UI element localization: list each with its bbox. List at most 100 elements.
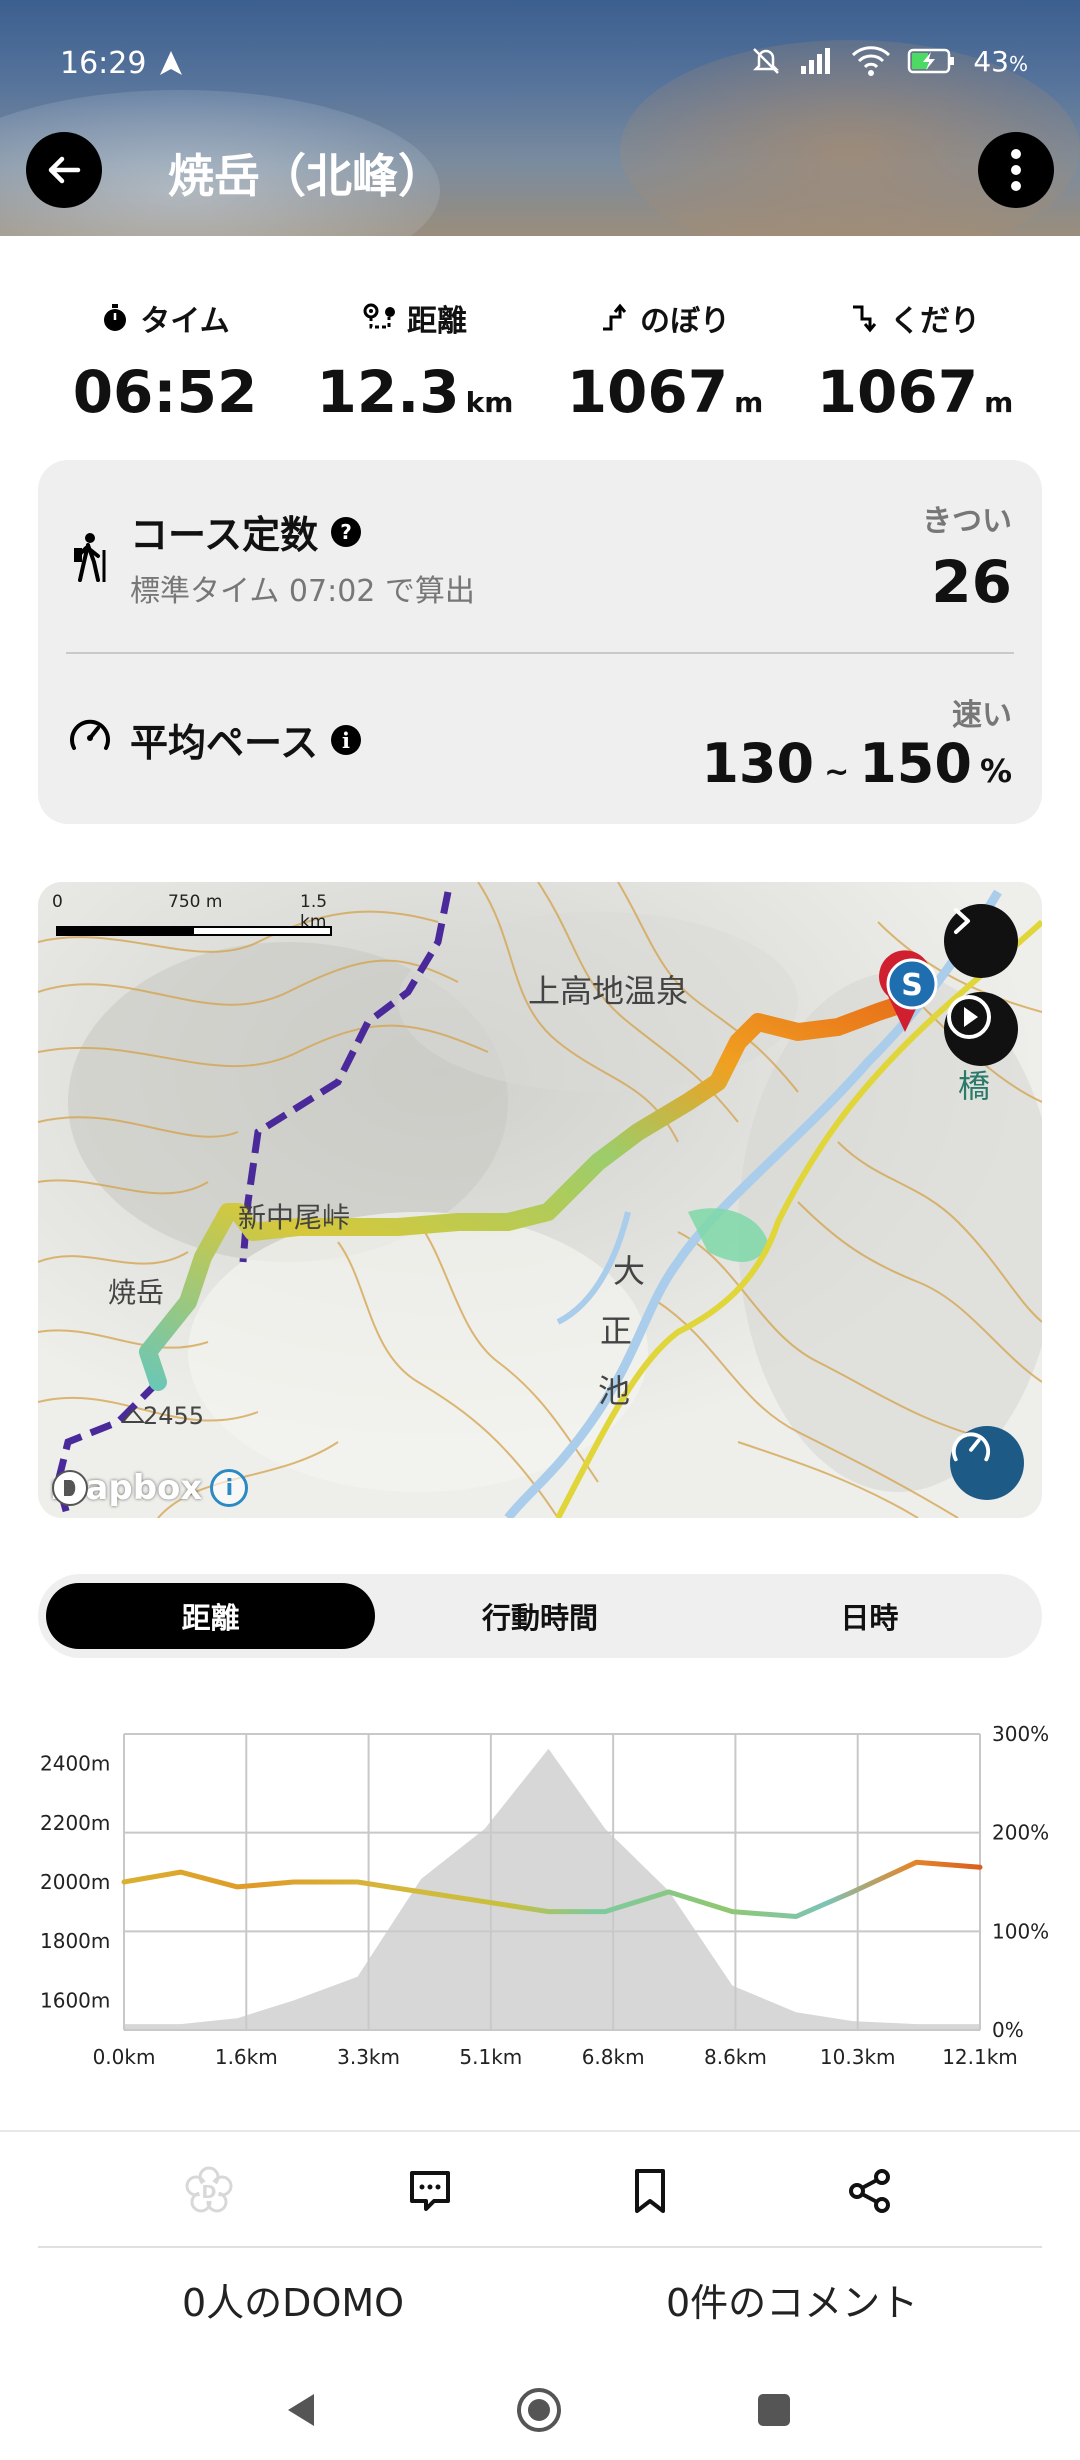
section-divider bbox=[38, 2246, 1042, 2248]
svg-text:?: ? bbox=[340, 520, 352, 544]
stat-descent: くだり 1067 m bbox=[790, 298, 1040, 426]
nav-back-button[interactable] bbox=[272, 2380, 332, 2440]
x-tick-label: 12.1km bbox=[942, 2045, 1018, 2069]
start-marker-icon[interactable]: S bbox=[870, 944, 940, 1034]
place-label: 大 bbox=[613, 1252, 645, 1290]
navigation-arrow-icon bbox=[160, 51, 182, 75]
stat-value: 1067 bbox=[566, 358, 729, 426]
wifi-icon bbox=[852, 46, 891, 76]
header: 16:29 43% 焼岳（北峰） bbox=[0, 0, 1080, 236]
y-right-tick-label: 200% bbox=[992, 1821, 1049, 1845]
status-bar: 16:29 43% bbox=[0, 0, 1080, 130]
bookmark-icon bbox=[635, 2169, 665, 2213]
chart-axis-tabs: 距離 行動時間 日時 bbox=[38, 1574, 1042, 1658]
map-pace-color-button[interactable] bbox=[950, 1426, 1024, 1500]
x-tick-label: 8.6km bbox=[704, 2045, 767, 2069]
x-tick-label: 0.0km bbox=[93, 2045, 156, 2069]
comment-icon bbox=[410, 2171, 450, 2211]
place-label: 焼岳 bbox=[108, 1276, 164, 1309]
descent-icon bbox=[853, 305, 877, 333]
route-icon bbox=[363, 303, 395, 329]
help-icon[interactable]: ? bbox=[330, 516, 362, 548]
map-info-icon[interactable]: i bbox=[210, 1469, 249, 1507]
pace-min: 130 bbox=[701, 732, 815, 795]
stat-value: 06:52 bbox=[72, 358, 258, 426]
stat-value: 12.3 bbox=[316, 358, 460, 426]
course-difficulty-card: コース定数 ? 標準タイム 07:02 で算出 きつい 26 平均ペース i 速… bbox=[38, 460, 1042, 824]
x-tick-label: 10.3km bbox=[820, 2045, 896, 2069]
difficulty-level: きつい bbox=[922, 504, 1012, 539]
place-label: 橋 bbox=[958, 1067, 990, 1105]
activity-stats: タイム 06:52 距離 12.3 km のぼり 1067 m くだり 1067… bbox=[40, 298, 1040, 426]
stat-unit: km bbox=[465, 386, 514, 419]
tab-distance[interactable]: 距離 bbox=[46, 1583, 376, 1649]
average-pace-range: 130 ~ 150 % bbox=[701, 732, 1012, 795]
battery-charging-icon bbox=[908, 48, 955, 74]
start-marker-label: S bbox=[901, 968, 923, 1003]
nav-recents-button[interactable] bbox=[744, 2380, 804, 2440]
home-circle-icon bbox=[517, 2388, 561, 2432]
bookmark-button[interactable] bbox=[609, 2150, 691, 2232]
y-right-tick-label: 0% bbox=[992, 2018, 1024, 2042]
y-right-tick-label: 100% bbox=[992, 1919, 1049, 1943]
average-pace-title: 平均ペース i bbox=[130, 712, 362, 767]
nav-home-button[interactable] bbox=[509, 2380, 569, 2440]
x-tick-label: 5.1km bbox=[459, 2045, 522, 2069]
place-label: 新中尾峠 bbox=[238, 1201, 350, 1234]
info-icon[interactable]: i bbox=[330, 724, 362, 756]
y-left-tick-label: 2200m bbox=[40, 1811, 110, 1835]
place-label: 2455 bbox=[143, 1402, 204, 1430]
comment-button[interactable] bbox=[389, 2150, 471, 2232]
scale-label: 0 bbox=[52, 892, 63, 912]
domo-button[interactable]: D bbox=[168, 2150, 250, 2232]
svg-text:D: D bbox=[202, 2182, 217, 2203]
battery-percentage: 43% bbox=[973, 44, 1028, 78]
comment-count[interactable]: 0件のコメント bbox=[666, 2272, 918, 2327]
stat-label: タイム bbox=[140, 304, 230, 339]
status-icons: 43% bbox=[749, 44, 1028, 78]
stat-label: くだり bbox=[890, 304, 980, 339]
scale-label: 750 m bbox=[168, 892, 223, 912]
y-left-tick-label: 2400m bbox=[40, 1752, 110, 1776]
y-axis-right-ticks: 300% 200% 100% 0% bbox=[992, 1722, 1049, 2042]
share-button[interactable] bbox=[829, 2150, 911, 2232]
stat-unit: m bbox=[984, 386, 1014, 419]
domo-flower-icon: D bbox=[185, 2166, 233, 2213]
route-map[interactable]: 上高地温泉 新中尾峠 焼岳 2455 大 正 池 橋 0 750 m 1.5 k… bbox=[38, 882, 1042, 1518]
course-constant-title: コース定数 ? bbox=[130, 504, 362, 559]
pace-unit: % bbox=[979, 752, 1012, 790]
social-actions: D bbox=[0, 2150, 1080, 2232]
stat-distance: 距離 12.3 km bbox=[290, 298, 540, 426]
more-menu-button[interactable] bbox=[978, 132, 1054, 208]
domo-count[interactable]: 0人のDOMO bbox=[182, 2272, 404, 2327]
play-icon bbox=[947, 995, 991, 1039]
signal-icon bbox=[801, 48, 831, 74]
map-play-button[interactable] bbox=[944, 992, 1018, 1066]
back-button[interactable] bbox=[26, 132, 102, 208]
speedometer-icon bbox=[70, 719, 110, 750]
place-label: 池 bbox=[598, 1372, 630, 1410]
back-triangle-icon bbox=[288, 2394, 314, 2426]
y-axis-left-ticks: 2400m 2200m 2000m 1800m 1600m bbox=[40, 1752, 110, 2013]
ascent-icon bbox=[603, 303, 627, 331]
hiker-icon bbox=[74, 533, 106, 582]
speedometer-icon bbox=[951, 1432, 991, 1462]
mapbox-attribution: mapbox i bbox=[50, 1468, 249, 1508]
stat-unit: m bbox=[734, 386, 764, 419]
map-scale-bar: 0 750 m 1.5 km bbox=[48, 892, 338, 952]
place-label: 正 bbox=[600, 1312, 632, 1350]
place-label: 上高地温泉 bbox=[528, 972, 688, 1010]
stat-ascent: のぼり 1067 m bbox=[540, 298, 790, 426]
course-constant-value: 26 bbox=[931, 548, 1012, 616]
section-divider bbox=[0, 2130, 1080, 2132]
recents-square-icon bbox=[758, 2394, 790, 2426]
x-tick-label: 3.3km bbox=[337, 2045, 400, 2069]
tab-datetime[interactable]: 日時 bbox=[705, 1583, 1034, 1649]
x-tick-label: 1.6km bbox=[215, 2045, 278, 2069]
elevation-pace-chart[interactable]: 0.0km 1.6km 3.3km 5.1km 6.8km 8.6km 10.3km 12.1… bbox=[0, 1700, 1080, 2080]
y-left-tick-label: 2000m bbox=[40, 1870, 110, 1894]
map-next-button[interactable] bbox=[944, 904, 1018, 978]
pace-separator: ~ bbox=[824, 755, 850, 790]
tab-moving-time[interactable]: 行動時間 bbox=[375, 1583, 704, 1649]
arrow-left-icon bbox=[48, 156, 81, 184]
